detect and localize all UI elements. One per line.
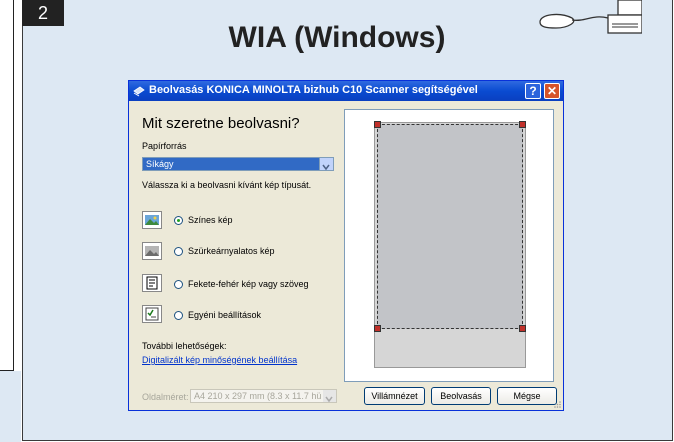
chevron-down-icon[interactable] <box>323 390 336 403</box>
dialog-heading: Mit szeretne beolvasni? <box>142 115 300 132</box>
color-picture-icon[interactable] <box>142 211 162 229</box>
color-picture-radio[interactable] <box>174 216 183 225</box>
scanner-icon <box>133 86 145 97</box>
close-button[interactable]: ✕ <box>544 83 560 99</box>
grayscale-picture-label[interactable]: Szürkeárnyalatos kép <box>188 246 275 256</box>
more-options-label: További lehetőségek: <box>142 341 227 351</box>
computer-mouse-icon <box>539 0 642 34</box>
custom-settings-label[interactable]: Egyéni beállítások <box>188 310 261 320</box>
page-size-label: Oldalméret: <box>142 392 189 402</box>
left-panel <box>0 0 21 442</box>
selection-handle[interactable] <box>519 121 526 128</box>
cancel-button[interactable]: Mégse <box>497 387 557 405</box>
grayscale-picture-icon[interactable] <box>142 242 162 260</box>
scan-preview-area[interactable] <box>344 109 554 382</box>
black-white-label[interactable]: Fekete-fehér kép vagy szöveg <box>188 279 309 289</box>
paper-source-select[interactable]: Síkágy <box>142 157 334 171</box>
black-white-text-icon[interactable] <box>142 274 162 292</box>
grayscale-picture-radio[interactable] <box>174 247 183 256</box>
preview-button[interactable]: Villámnézet <box>364 387 425 405</box>
selection-handle[interactable] <box>519 325 526 332</box>
scan-dialog: Beolvasás KONICA MINOLTA bizhub C10 Scan… <box>128 80 564 411</box>
selection-handle[interactable] <box>374 121 381 128</box>
dialog-titlebar: Beolvasás KONICA MINOLTA bizhub C10 Scan… <box>129 81 563 101</box>
dialog-title: Beolvasás KONICA MINOLTA bizhub C10 Scan… <box>149 84 478 96</box>
page-size-value: A4 210 x 297 mm (8.3 x 11.7 hü <box>194 391 322 401</box>
color-picture-label[interactable]: Színes kép <box>188 215 233 225</box>
scan-button[interactable]: Beolvasás <box>431 387 491 405</box>
custom-settings-icon[interactable] <box>142 305 162 323</box>
custom-settings-radio[interactable] <box>174 311 183 320</box>
picture-type-prompt: Válassza ki a beolvasni kívánt kép típus… <box>142 180 312 190</box>
preview-selection[interactable] <box>377 124 523 329</box>
resize-grip-icon[interactable] <box>553 400 561 408</box>
adjust-quality-link[interactable]: Digitalizált kép minőségének beállítása <box>142 355 297 365</box>
left-panel-lower <box>0 371 21 442</box>
page-size-select[interactable]: A4 210 x 297 mm (8.3 x 11.7 hü <box>190 389 337 403</box>
chevron-down-icon[interactable] <box>319 158 333 171</box>
selection-handle[interactable] <box>374 325 381 332</box>
paper-source-value: Síkágy <box>146 159 174 169</box>
black-white-radio[interactable] <box>174 280 183 289</box>
paper-source-label: Papírforrás <box>142 141 187 151</box>
help-button[interactable]: ? <box>525 83 541 99</box>
left-panel-frame <box>0 0 14 371</box>
